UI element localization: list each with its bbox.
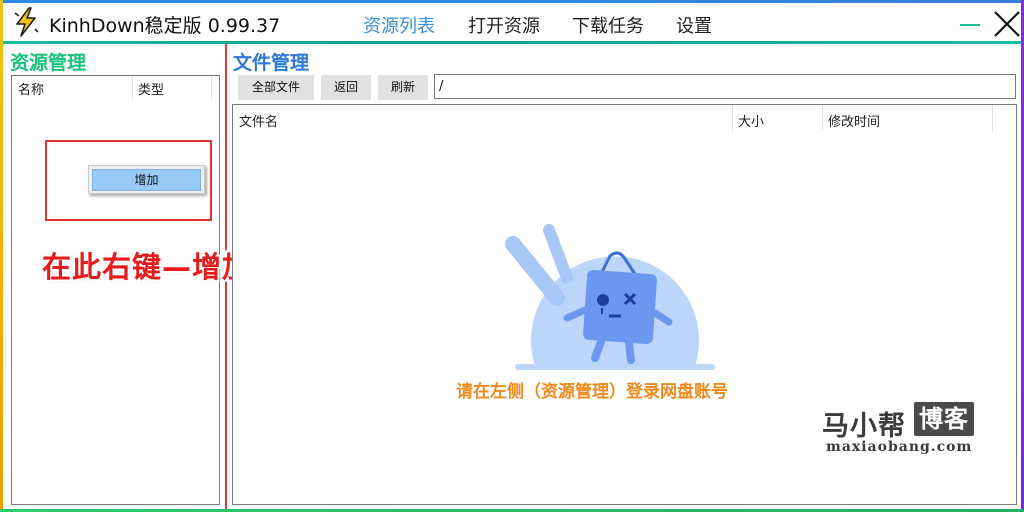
- title-divider: [3, 41, 1021, 44]
- file-management-header: 文件管理: [233, 52, 310, 74]
- column-divider: [211, 76, 212, 100]
- resource-management-header: 资源管理: [10, 52, 87, 74]
- tab-resource-list[interactable]: 资源列表: [363, 12, 435, 38]
- refresh-button[interactable]: 刷新: [378, 75, 428, 100]
- confused-bag-mascot-icon: [505, 224, 715, 370]
- watermark-cn: 马小帮: [822, 411, 906, 442]
- back-button[interactable]: 返回: [321, 75, 371, 100]
- title-bar: KinhDown稳定版 0.99.37 资源列表 打开资源 下载任务 设置: [3, 3, 1021, 41]
- minimize-icon[interactable]: [959, 13, 981, 35]
- empty-state-message: 请在左侧（资源管理）登录网盘账号: [456, 382, 728, 402]
- column-divider: [132, 76, 133, 100]
- watermark-logo: 马小帮 博客 maxiaobang.com: [822, 402, 980, 462]
- column-header-name[interactable]: 名称: [18, 79, 44, 98]
- column-divider: [822, 105, 823, 131]
- column-header-size[interactable]: 大小: [738, 111, 764, 130]
- path-input[interactable]: [434, 74, 1016, 99]
- tab-download-tasks[interactable]: 下载任务: [572, 12, 644, 38]
- tab-settings[interactable]: 设置: [676, 12, 712, 38]
- window-frame-left: [0, 0, 3, 512]
- column-header-type[interactable]: 类型: [138, 79, 164, 98]
- all-files-button[interactable]: 全部文件: [238, 75, 314, 100]
- column-header-filename[interactable]: 文件名: [239, 111, 278, 130]
- watermark-badge: 博客: [914, 402, 974, 436]
- context-menu: 增加: [88, 165, 205, 194]
- app-title: KinhDown稳定版 0.99.37: [49, 15, 281, 37]
- tab-open-resource[interactable]: 打开资源: [468, 12, 540, 38]
- column-header-modified[interactable]: 修改时间: [828, 111, 880, 130]
- close-icon[interactable]: [993, 10, 1021, 38]
- column-divider: [732, 105, 733, 131]
- context-menu-item-add[interactable]: 增加: [92, 169, 201, 191]
- column-divider: [992, 105, 993, 131]
- lightning-bolt-icon: [14, 7, 39, 37]
- watermark-url: maxiaobang.com: [826, 439, 973, 455]
